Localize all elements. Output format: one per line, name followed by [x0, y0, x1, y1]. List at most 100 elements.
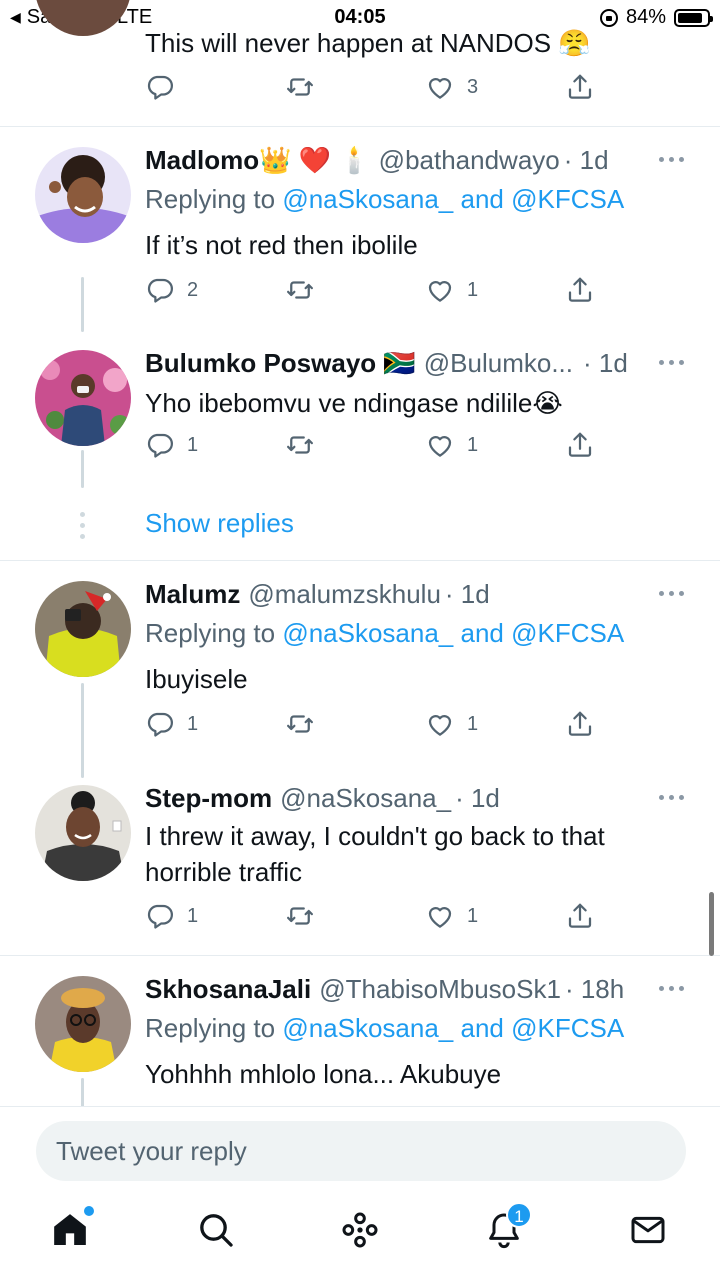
tweet-text: If it’s not red then ibolile	[145, 230, 418, 260]
user-handle[interactable]: @malumzskhulu	[248, 579, 441, 610]
retweet-icon	[285, 275, 315, 305]
share-button[interactable]	[565, 901, 595, 931]
like-icon	[425, 430, 455, 460]
like-icon	[425, 709, 455, 739]
reply-button[interactable]: 1	[145, 901, 198, 931]
tab-messages[interactable]	[628, 1210, 672, 1254]
avatar[interactable]	[35, 147, 131, 243]
replying-to: Replying to @naSkosana_ and @KFCSA	[145, 1013, 624, 1044]
like-icon	[425, 901, 455, 931]
retweet-button[interactable]	[285, 430, 327, 460]
reply-count: 1	[187, 433, 199, 456]
tweet-time: · 1d	[455, 782, 500, 813]
replying-to-users[interactable]: @naSkosana_ and @KFCSA	[282, 184, 624, 214]
tweet-3[interactable]: Malumz @malumzskhulu · 1d Replying to @n…	[0, 561, 720, 778]
reply-icon	[145, 901, 175, 931]
share-button[interactable]	[565, 72, 595, 102]
like-button[interactable]: 1	[425, 901, 478, 931]
retweet-icon	[285, 72, 315, 102]
tab-search[interactable]	[196, 1210, 240, 1254]
avatar[interactable]	[35, 785, 131, 881]
more-icon[interactable]	[659, 795, 684, 800]
display-name[interactable]: SkhosanaJali	[145, 974, 311, 1005]
reply-count: 2	[187, 278, 199, 301]
mail-icon	[631, 1216, 665, 1244]
reply-icon	[145, 430, 175, 460]
avatar-image	[35, 976, 131, 1072]
tweet-5[interactable]: SkhosanaJali @ThabisoMbusoSk1 · 18h Repl…	[0, 956, 720, 1106]
like-button[interactable]: 1	[425, 275, 478, 305]
tweet-time: · 1d	[563, 144, 609, 175]
more-icon[interactable]	[659, 157, 684, 162]
tweet-header: Malumz @malumzskhulu · 1d	[145, 576, 690, 612]
tweet-actions: 2 1	[145, 275, 605, 309]
user-handle[interactable]: @bathandwayo	[379, 145, 560, 176]
share-icon	[565, 901, 595, 931]
like-count: 1	[467, 904, 479, 927]
avatar-image	[35, 147, 131, 243]
tab-notifications[interactable]: 1	[484, 1202, 532, 1254]
like-button[interactable]: 1	[425, 709, 478, 739]
tweet-2[interactable]: Bulumko Poswayo 🇿🇦 @Bulumko... · 1d Yho …	[0, 330, 720, 490]
tweet-actions: 3	[145, 72, 605, 106]
reply-composer-bar: Tweet your reply	[0, 1106, 720, 1196]
tweet-0[interactable]: This will never happen at NANDOS 😤 3	[0, 0, 720, 127]
display-name[interactable]: Madlomo👑 ❤️ 🕯️	[145, 145, 371, 176]
reply-icon	[145, 72, 175, 102]
tweet-text: Yho ibebomvu ve ndingase ndilile😭	[145, 388, 563, 418]
more-icon[interactable]	[659, 986, 684, 991]
avatar-image	[35, 350, 131, 446]
reply-button[interactable]: 1	[145, 430, 198, 460]
display-name[interactable]: Bulumko Poswayo 🇿🇦	[145, 348, 416, 379]
home-icon	[54, 1214, 86, 1245]
replying-to-users[interactable]: @naSkosana_ and @KFCSA	[282, 618, 624, 648]
show-replies-link[interactable]: Show replies	[145, 508, 294, 539]
reply-button[interactable]: 2	[145, 275, 198, 305]
scrollbar[interactable]	[709, 892, 714, 956]
user-handle[interactable]: @Bulumko...	[424, 348, 573, 379]
avatar[interactable]	[35, 581, 131, 677]
tweet-actions: 1 1	[145, 709, 605, 743]
display-name[interactable]: Malumz	[145, 579, 240, 610]
reply-count: 1	[187, 712, 199, 735]
retweet-button[interactable]	[285, 72, 327, 102]
more-icon[interactable]	[659, 591, 684, 596]
like-count: 1	[467, 712, 479, 735]
like-button[interactable]: 3	[425, 72, 478, 102]
share-icon	[565, 709, 595, 739]
tab-spaces[interactable]	[340, 1210, 384, 1254]
user-handle[interactable]: @naSkosana_	[280, 783, 451, 814]
tweet-header: Madlomo👑 ❤️ 🕯️ @bathandwayo · 1d	[145, 142, 690, 178]
share-button[interactable]	[565, 709, 595, 739]
retweet-button[interactable]	[285, 275, 327, 305]
reply-input[interactable]: Tweet your reply	[36, 1121, 686, 1181]
like-count: 3	[467, 75, 479, 98]
avatar[interactable]	[35, 0, 131, 36]
more-icon[interactable]	[659, 360, 684, 365]
replies-feed[interactable]: This will never happen at NANDOS 😤 3 Mad…	[0, 0, 720, 1106]
replying-to: Replying to @naSkosana_ and @KFCSA	[145, 618, 624, 649]
retweet-button[interactable]	[285, 709, 327, 739]
replying-prefix: Replying to	[145, 618, 276, 648]
like-icon	[425, 72, 455, 102]
thread-dots	[80, 512, 85, 539]
tweet-time: · 18h	[564, 973, 625, 1004]
reply-button[interactable]	[145, 72, 187, 102]
spaces-icon	[342, 1212, 378, 1248]
avatar-image	[35, 785, 131, 881]
reply-button[interactable]: 1	[145, 709, 198, 739]
avatar[interactable]	[35, 976, 131, 1072]
display-name[interactable]: Step-mom	[145, 783, 272, 814]
share-button[interactable]	[565, 430, 595, 460]
like-button[interactable]: 1	[425, 430, 478, 460]
tab-home[interactable]	[50, 1206, 94, 1254]
tweet-actions: 1 1	[145, 430, 605, 464]
user-handle[interactable]: @ThabisoMbusoSk1	[319, 974, 561, 1005]
tweet-1[interactable]: Madlomo👑 ❤️ 🕯️ @bathandwayo · 1d Replyin…	[0, 127, 720, 332]
share-button[interactable]	[565, 275, 595, 305]
avatar[interactable]	[35, 350, 131, 446]
replying-to-users[interactable]: @naSkosana_ and @KFCSA	[282, 1013, 624, 1043]
retweet-button[interactable]	[285, 901, 327, 931]
reply-count: 1	[187, 904, 199, 927]
tweet-4[interactable]: Step-mom @naSkosana_ · 1d I threw it awa…	[0, 765, 720, 955]
